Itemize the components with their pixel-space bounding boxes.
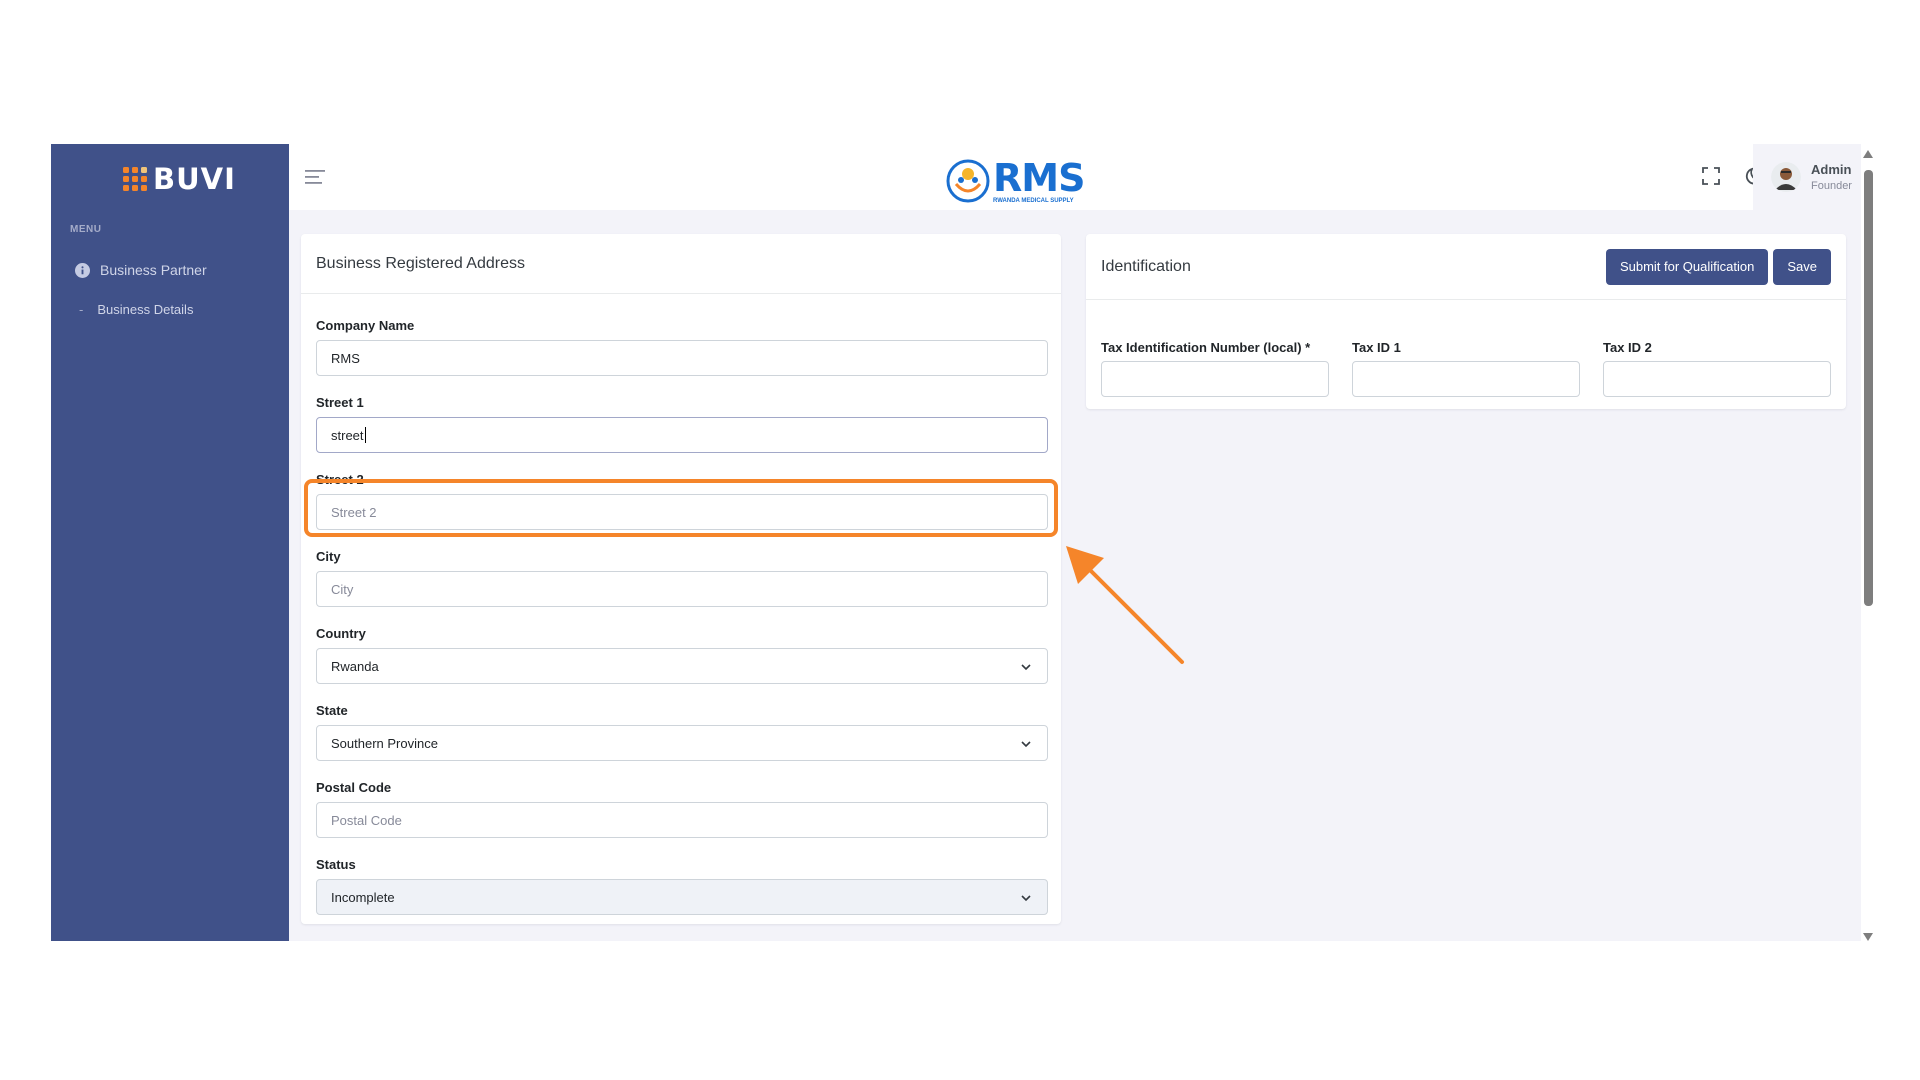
brand-logo[interactable]: BUVI [123,164,236,194]
state-select[interactable]: Southern Province [316,725,1048,761]
page-scrollbar[interactable] [1861,148,1875,941]
company-name-value: RMS [331,350,360,366]
country-value: Rwanda [331,658,379,674]
scroll-down-arrow-icon[interactable] [1863,933,1873,941]
country-label: Country [316,626,366,641]
sidebar-item-business-details[interactable]: - Business Details [79,302,193,317]
tax-identification-number-label: Tax Identification Number (local) * [1101,340,1311,355]
avatar [1771,162,1801,192]
fullscreen-icon[interactable] [1700,165,1722,187]
scroll-up-arrow-icon[interactable] [1863,150,1873,158]
info-circle-icon [75,262,90,278]
hamburger-menu-icon[interactable] [305,169,325,185]
postal-code-placeholder: Postal Code [331,812,402,828]
street-1-input[interactable]: street [316,417,1048,453]
brand-grid-icon [123,167,147,191]
company-name-input[interactable]: RMS [316,340,1048,376]
sidebar-item-label: Business Partner [100,262,207,278]
postal-code-input[interactable]: Postal Code [316,802,1048,838]
tax-identification-number-input[interactable] [1101,361,1329,397]
rms-emblem-icon [946,159,990,203]
card-title: Business Registered Address [316,254,525,272]
state-label: State [316,703,348,718]
menu-title: MENU [70,224,102,235]
user-role: Founder [1811,180,1852,192]
app-window: BUVI MENU Business Partner - Business De… [51,144,1861,941]
status-select[interactable]: Incomplete [316,879,1048,915]
card-header: Identification Submit for Qualification … [1086,234,1846,300]
sidebar-item-label: Business Details [97,302,194,317]
identification-card: Identification Submit for Qualification … [1086,234,1846,409]
status-label: Status [316,857,356,872]
text-cursor [364,427,366,443]
street-1-value: street [331,427,364,443]
company-name-label: Company Name [316,318,415,333]
postal-code-label: Postal Code [316,780,392,795]
card-title: Identification [1101,257,1191,275]
rms-logo-subtext: RWANDA MEDICAL SUPPLY [993,197,1074,204]
tax-id-1-input[interactable] [1352,361,1580,397]
tax-id-2-label: Tax ID 2 [1603,340,1652,355]
top-header: RMS RWANDA MEDICAL SUPPLY Admin Founder [289,144,1861,210]
status-value: Incomplete [331,889,395,905]
rms-logo: RMS RWANDA MEDICAL SUPPLY [945,155,1085,204]
street-2-highlight-box [304,479,1058,537]
state-value: Southern Province [331,735,438,751]
dash-icon: - [79,302,84,317]
country-select[interactable]: Rwanda [316,648,1048,684]
chevron-down-icon [1021,895,1031,902]
tax-id-1-label: Tax ID 1 [1352,340,1401,355]
scrollbar-thumb[interactable] [1864,170,1873,606]
chevron-down-icon [1021,664,1031,671]
annotation-arrow-icon [1066,546,1184,664]
sidebar: BUVI MENU Business Partner - Business De… [51,144,289,941]
user-name: Admin [1811,162,1852,177]
chevron-down-icon [1021,741,1031,748]
save-button[interactable]: Save [1773,248,1831,285]
city-placeholder: City [331,581,354,597]
sidebar-item-business-partner[interactable]: Business Partner [75,262,207,278]
tax-id-2-input[interactable] [1603,361,1831,397]
city-input[interactable]: City [316,571,1048,607]
rms-logo-text: RMS [993,155,1085,200]
city-label: City [316,549,341,564]
card-actions: Submit for Qualification Save [1605,248,1831,285]
card-header: Business Registered Address [301,234,1061,294]
user-profile-menu[interactable]: Admin Founder [1753,144,1861,210]
submit-for-qualification-button[interactable]: Submit for Qualification [1605,248,1769,285]
business-address-card: Business Registered Address Company Name… [301,234,1061,924]
street-1-label: Street 1 [316,395,364,410]
brand-name: BUVI [153,162,236,196]
